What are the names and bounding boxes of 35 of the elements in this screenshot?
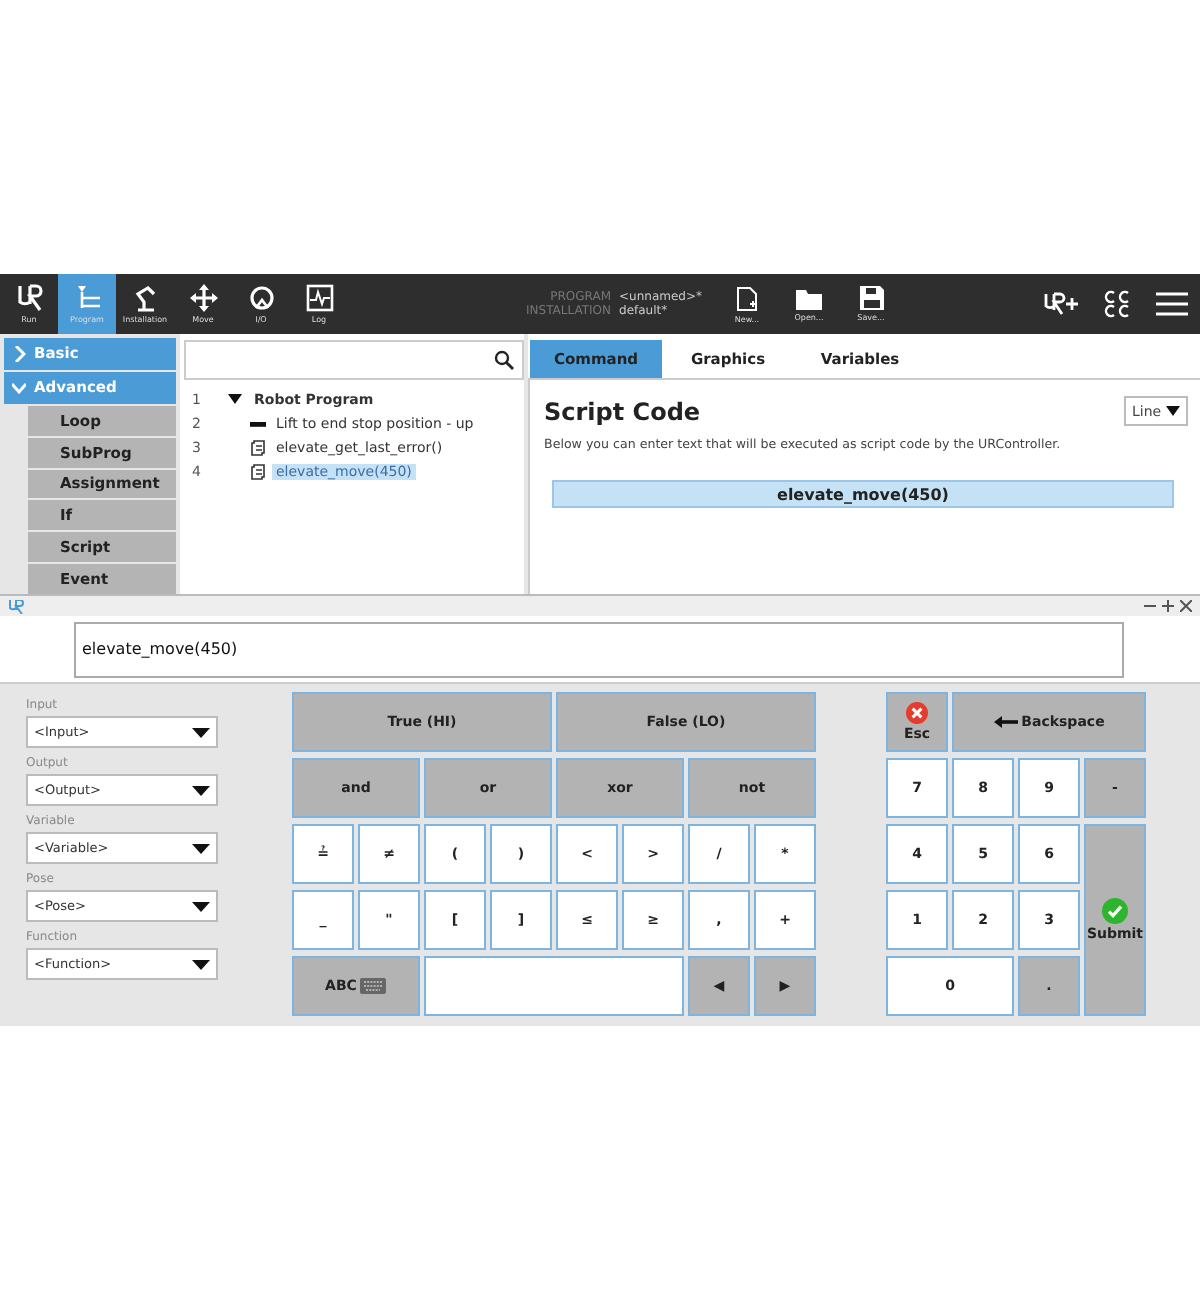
new-file-icon [736, 285, 758, 311]
dropdown-triangle-icon [192, 727, 210, 737]
search-icon [494, 350, 514, 370]
maximize-button[interactable] [1162, 600, 1174, 612]
folder-icon [796, 287, 822, 309]
script-icon [250, 463, 266, 479]
script-icon [250, 439, 266, 455]
close-button[interactable] [1180, 600, 1192, 612]
dropdown-triangle-icon [192, 785, 210, 795]
dropdown-triangle-icon [1166, 406, 1180, 416]
robot-arm-icon [131, 284, 159, 312]
grid-c-icon [1104, 290, 1132, 318]
menu-icon [1156, 292, 1188, 316]
expression-field[interactable]: elevate_move(450) [74, 621, 1124, 677]
logo-icon [8, 599, 24, 613]
io-circle-icon [247, 284, 275, 312]
dropdown-triangle-icon [192, 843, 210, 853]
panel-title: Script Code [544, 397, 701, 425]
minimize-button[interactable] [1144, 600, 1156, 612]
check-circle-icon [1102, 898, 1128, 924]
close-circle-icon [906, 702, 928, 724]
urplus-logo-icon [1044, 292, 1080, 316]
dropdown-triangle-icon [192, 901, 210, 911]
plus-icon [1162, 600, 1174, 612]
dropdown-triangle-icon [192, 959, 210, 969]
script-line-field[interactable]: elevate_move(450) [552, 480, 1174, 508]
log-chart-icon [305, 284, 333, 312]
move-arrows-icon [189, 284, 217, 312]
keyboard-icon [360, 978, 387, 994]
minus-icon [1144, 600, 1156, 612]
close-icon [1180, 600, 1192, 612]
program-tree-icon [73, 284, 101, 312]
search-field[interactable] [184, 340, 524, 380]
logo-icon [15, 284, 43, 312]
left-arrow-icon [993, 716, 1018, 728]
